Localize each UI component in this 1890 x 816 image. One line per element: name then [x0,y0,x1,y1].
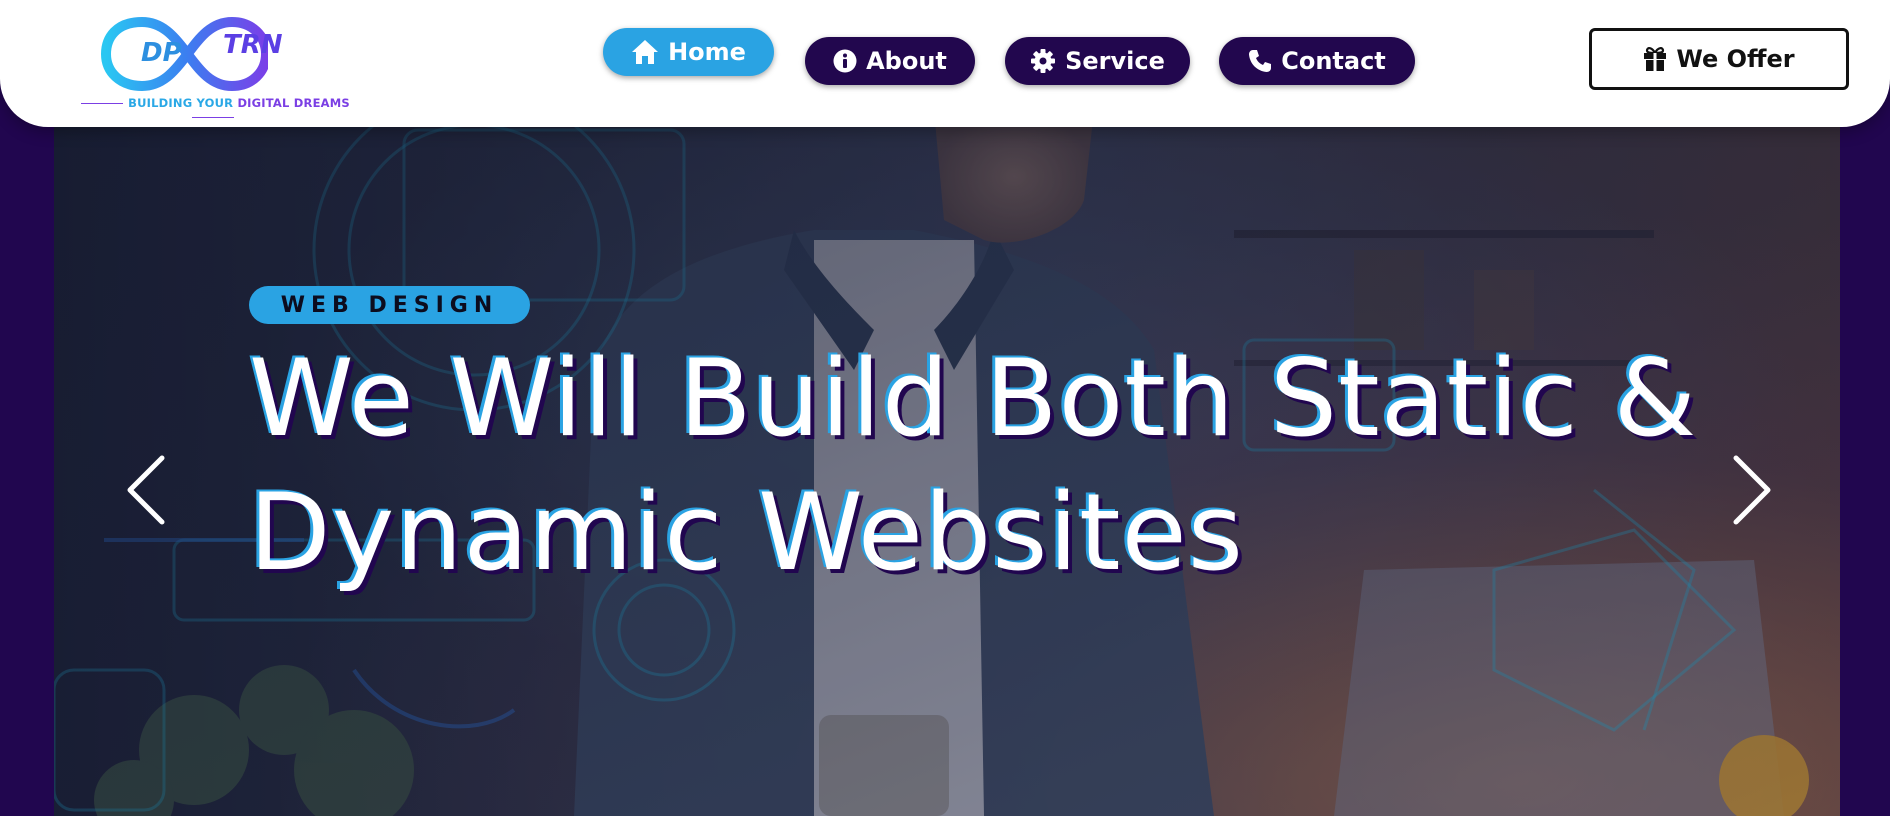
nav-about-button[interactable]: About [805,37,975,85]
brand-tagline: BUILDING YOUR DIGITAL DREAMS [68,96,358,124]
gift-icon [1644,47,1667,71]
info-icon [833,49,857,73]
we-offer-label: We Offer [1676,45,1795,73]
brand-logo[interactable]: DP TRN BUILDING YOUR DIGITAL DREAMS [68,8,358,114]
hero-headline-line-2: Dynamic Websites [249,471,1244,594]
gear-icon [1031,49,1056,73]
nav-home-button[interactable]: Home [603,28,774,76]
slider-next-arrow-icon[interactable] [1726,455,1776,525]
nav-service-label: Service [1065,47,1165,75]
logo-trn-text: TRN [223,30,283,60]
hero-headline-line-1: We Will Build Both Static & [249,337,1698,460]
tagline-part-1: BUILDING YOUR [128,96,238,110]
home-icon [632,40,659,64]
phone-icon [1249,50,1272,72]
nav-home-label: Home [668,38,746,66]
logo-dp-text: DP [141,38,182,68]
web-design-badge: WEB DESIGN [249,286,530,324]
hero-headline: We Will Build Both Static & Dynamic Webs… [249,332,1709,600]
we-offer-button[interactable]: We Offer [1589,28,1849,90]
nav-contact-label: Contact [1281,47,1386,75]
site-header: DP TRN BUILDING YOUR DIGITAL DREAMS Home… [0,0,1890,127]
nav-about-label: About [866,47,947,75]
nav-contact-button[interactable]: Contact [1219,37,1415,85]
slider-prev-arrow-icon[interactable] [122,455,172,525]
tagline-part-2: DIGITAL DREAMS [237,96,350,110]
nav-service-button[interactable]: Service [1005,37,1190,85]
